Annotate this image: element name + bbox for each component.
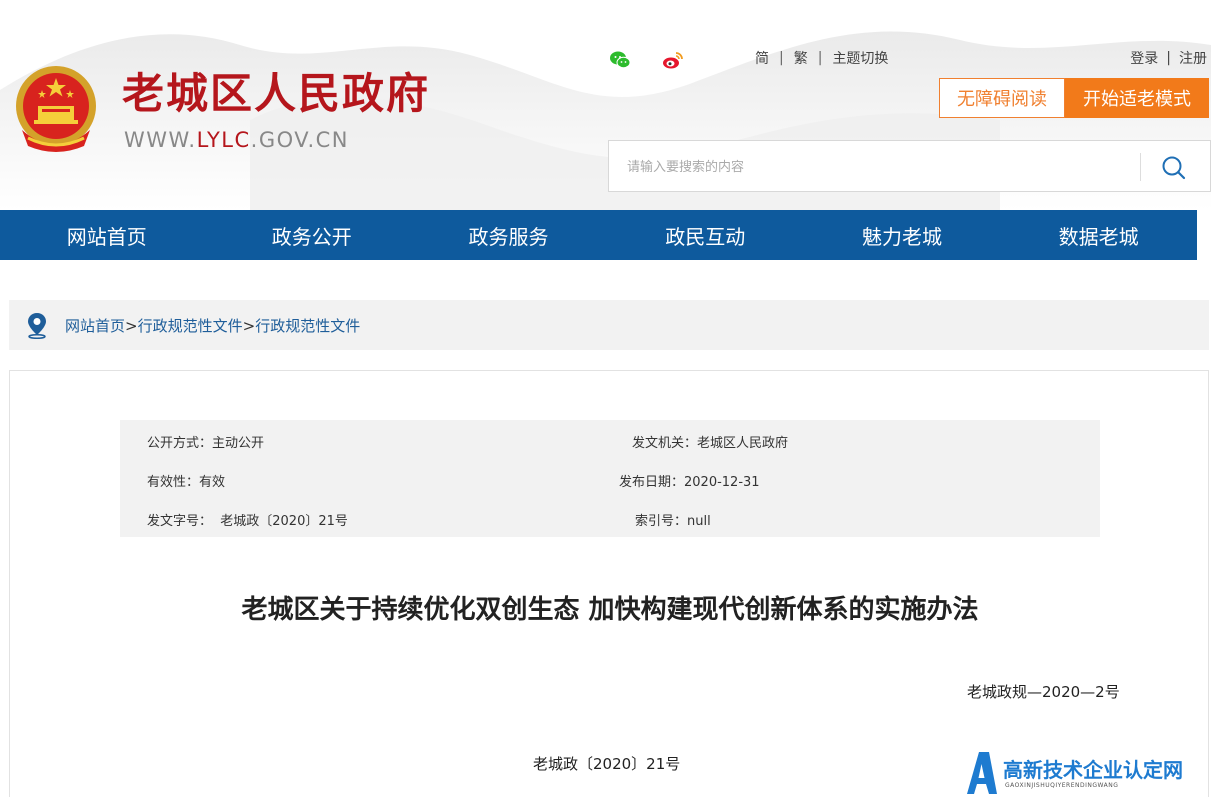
- breadcrumb: 网站首页>行政规范性文件>行政规范性文件: [9, 300, 1209, 350]
- accessibility-button[interactable]: 无障碍阅读: [939, 78, 1065, 118]
- issuing-authority: 发文机关：老城区人民政府: [632, 436, 789, 451]
- validity: 有效性：有效: [147, 475, 226, 490]
- location-pin-icon: [28, 313, 46, 339]
- nav-item-data[interactable]: 数据老城: [1000, 210, 1197, 260]
- site-url-accent: LYLC: [196, 128, 251, 152]
- register-link[interactable]: 注册: [1179, 48, 1207, 68]
- publish-date: 发布日期：2020-12-31: [619, 475, 760, 490]
- search-divider: [1140, 153, 1141, 181]
- wechat-icon[interactable]: [609, 50, 631, 70]
- elder-mode-button[interactable]: 开始适老模式: [1065, 78, 1209, 118]
- weibo-icon[interactable]: [662, 50, 684, 70]
- index-number: 索引号：null: [635, 514, 711, 529]
- breadcrumb-current[interactable]: 行政规范性文件: [255, 317, 360, 335]
- document-meta: 公开方式：主动公开 发文机关：老城区人民政府 有效性：有效 发布日期：2020-…: [120, 420, 1100, 537]
- search-box: [608, 140, 1211, 192]
- breadcrumb-category[interactable]: 行政规范性文件: [138, 317, 243, 335]
- site-title: 老城区人民政府: [122, 69, 431, 118]
- main-nav: 网站首页 政务公开 政务服务 政民互动 魅力老城 数据老城: [0, 210, 1197, 260]
- search-icon[interactable]: [1159, 153, 1189, 183]
- divider: |: [817, 50, 823, 66]
- breadcrumb-separator: >: [125, 316, 138, 335]
- site-header: 老城区人民政府 WWW.LYLC.GOV.CN 简 | 繁 | 主题切换 登录 …: [0, 0, 1211, 210]
- theme-switch-link[interactable]: 主题切换: [832, 48, 888, 68]
- site-url-suffix: .GOV.CN: [250, 128, 349, 152]
- traditional-link[interactable]: 繁: [794, 48, 808, 68]
- watermark: 高新技术企业认定网 GAOXINJISHUQIYERENDINGWANG: [963, 748, 1211, 797]
- watermark-logo-icon: [967, 752, 997, 794]
- meta-row: 有效性：有效 发布日期：2020-12-31: [120, 471, 1100, 491]
- file-number: 老城政〔2020〕21号: [533, 755, 681, 773]
- meta-row: 公开方式：主动公开 发文机关：老城区人民政府: [120, 432, 1100, 452]
- nav-item-gov-services[interactable]: 政务服务: [410, 210, 607, 260]
- watermark-title: 高新技术企业认定网: [1003, 758, 1183, 782]
- nav-item-home[interactable]: 网站首页: [0, 210, 213, 260]
- search-input[interactable]: [627, 155, 1127, 179]
- document-number: 发文字号： 老城政〔2020〕21号: [147, 514, 348, 529]
- account-links: 登录 | 注册: [1130, 48, 1207, 68]
- meta-row: 发文字号： 老城政〔2020〕21号 索引号：null: [120, 510, 1100, 530]
- nav-item-charm[interactable]: 魅力老城: [804, 210, 1001, 260]
- breadcrumb-home[interactable]: 网站首页: [65, 317, 125, 335]
- nav-item-interaction[interactable]: 政民互动: [607, 210, 804, 260]
- nav-item-gov-affairs-open[interactable]: 政务公开: [213, 210, 410, 260]
- simplified-link[interactable]: 简: [755, 48, 769, 68]
- article-content: 公开方式：主动公开 发文机关：老城区人民政府 有效性：有效 发布日期：2020-…: [9, 370, 1209, 797]
- top-links: 简 | 繁 | 主题切换: [755, 48, 888, 68]
- breadcrumb-separator: >: [242, 316, 256, 335]
- breadcrumb-trail: 网站首页>行政规范性文件>行政规范性文件: [65, 315, 360, 336]
- disclosure-method: 公开方式：主动公开: [147, 436, 265, 451]
- watermark-subtitle: GAOXINJISHUQIYERENDINGWANG: [1005, 782, 1119, 789]
- document-title: 老城区关于持续优化双创生态 加快构建现代创新体系的实施办法: [241, 595, 979, 625]
- login-link[interactable]: 登录: [1130, 48, 1158, 68]
- divider: |: [1166, 50, 1171, 66]
- regulation-number: 老城政规—2020—2号: [967, 683, 1120, 701]
- site-url: WWW.LYLC.GOV.CN: [124, 128, 349, 152]
- divider: |: [779, 50, 784, 66]
- emblem-icon: [16, 66, 96, 152]
- site-url-prefix: WWW.: [124, 128, 197, 152]
